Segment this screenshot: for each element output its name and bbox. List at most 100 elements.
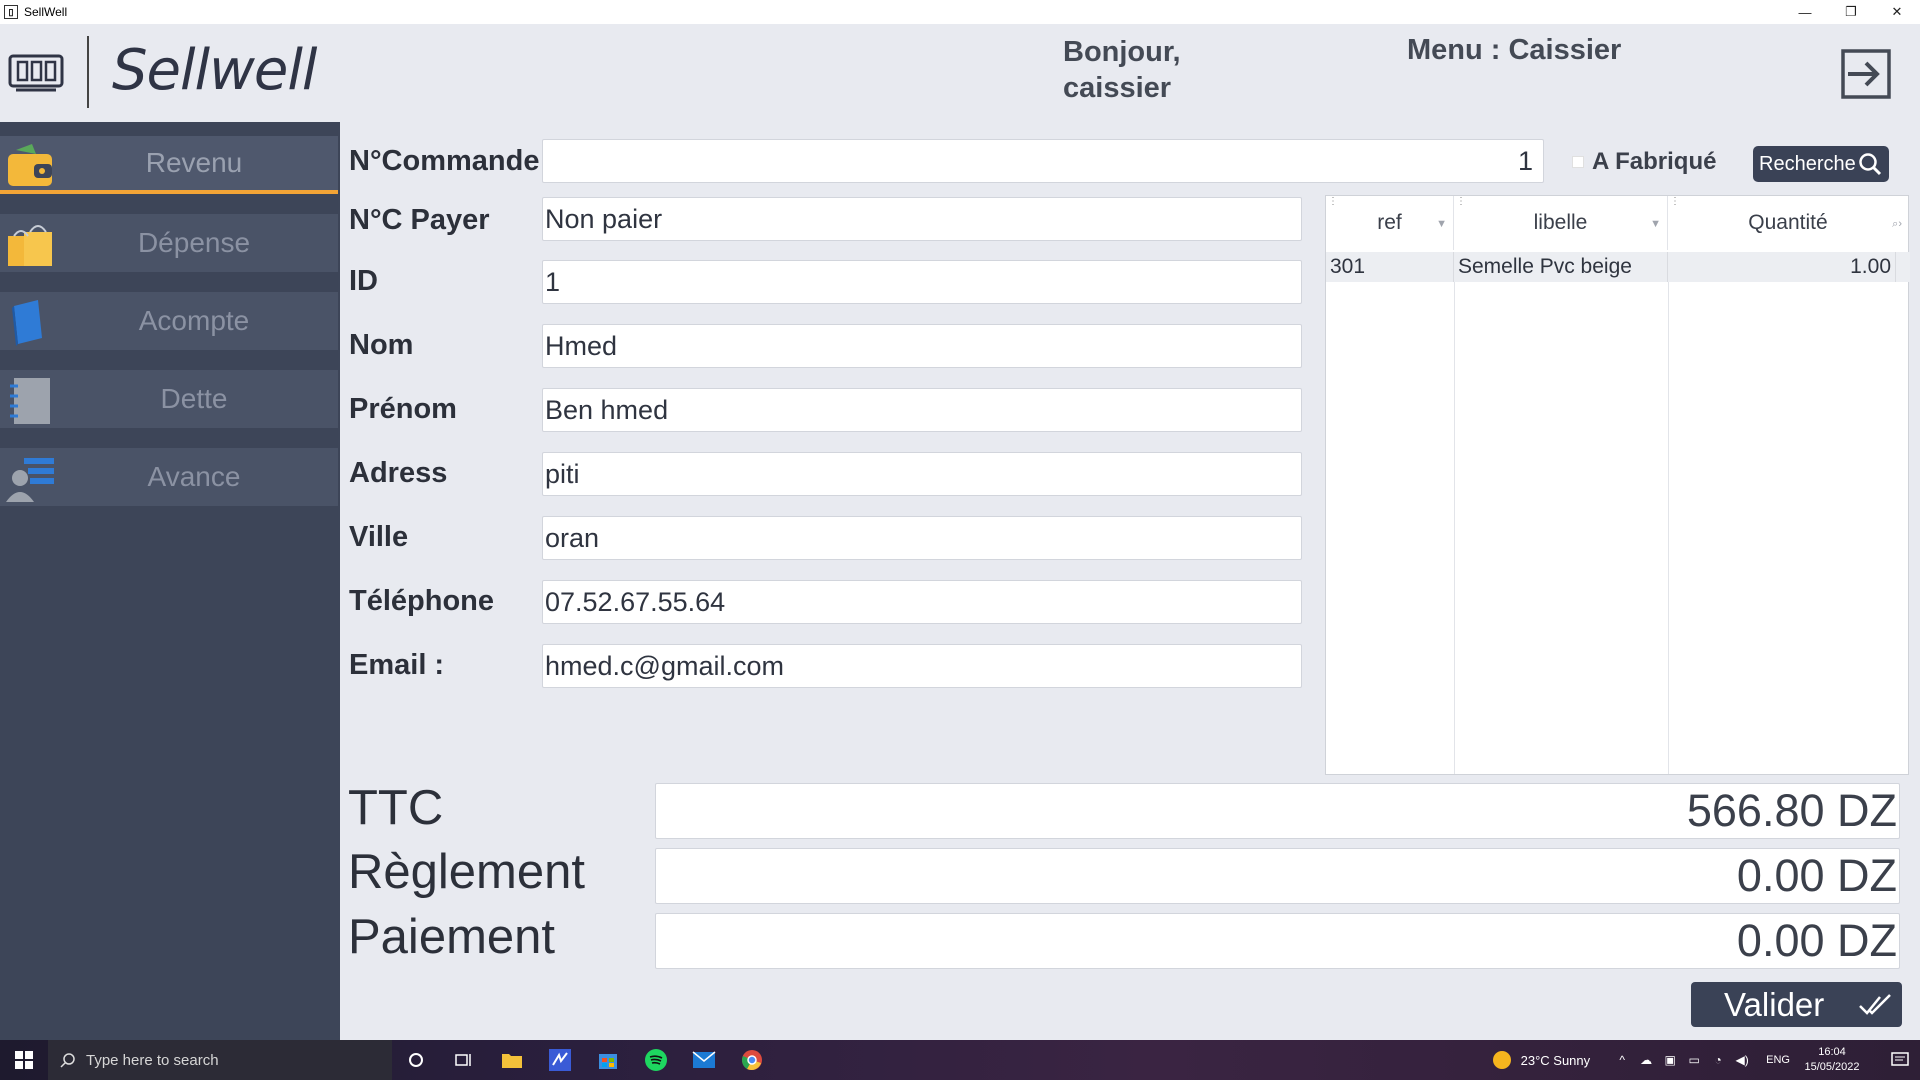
language-indicator[interactable]: ENG: [1766, 1054, 1790, 1066]
reglement-field[interactable]: 0.00 DZ: [655, 848, 1900, 904]
payer-field[interactable]: Non paier: [542, 197, 1302, 241]
email-label: Email :: [349, 649, 445, 681]
clock-time: 16:04: [1818, 1046, 1846, 1058]
spotify-icon[interactable]: [632, 1040, 680, 1080]
task-view-icon[interactable]: [440, 1040, 488, 1080]
filter-icon[interactable]: ▼: [1436, 218, 1447, 230]
windows-icon: [15, 1051, 33, 1069]
commande-label: N°Commande: [349, 145, 540, 177]
double-check-icon: [1859, 994, 1891, 1015]
clock[interactable]: 16:04 15/05/2022: [1802, 1045, 1862, 1075]
battery-icon[interactable]: ▭: [1682, 1053, 1706, 1067]
search-icon[interactable]: ⌕›: [1892, 218, 1902, 231]
notebook-icon: [10, 378, 50, 424]
a-fabrique-option[interactable]: A Fabriqué: [1572, 148, 1716, 176]
valider-button[interactable]: Valider: [1691, 982, 1902, 1027]
email-field[interactable]: hmed.c@gmail.com: [542, 644, 1302, 688]
file-explorer-icon[interactable]: [488, 1040, 536, 1080]
prenom-label: Prénom: [349, 393, 457, 425]
telephone-field[interactable]: 07.52.67.55.64: [542, 580, 1302, 624]
ville-label: Ville: [349, 521, 409, 553]
main-panel: N°Commande 1 A Fabriqué Recherche N°C Pa…: [340, 122, 1920, 1040]
logout-icon[interactable]: [1840, 48, 1892, 100]
column-header-libelle[interactable]: ⋮ libelle ▼: [1454, 196, 1668, 250]
logo-icon: [8, 54, 64, 92]
sun-icon: [1492, 1051, 1511, 1069]
sidebar-item-depense[interactable]: Dépense: [0, 214, 338, 272]
app-header: Sellwell Bonjour, caissier Menu : Caissi…: [0, 24, 1920, 122]
filter-icon[interactable]: ▼: [1650, 218, 1661, 230]
sidebar-item-dette[interactable]: Dette: [0, 370, 338, 428]
a-fabrique-label: A Fabriqué: [1592, 148, 1717, 175]
search-button-label: Recherche: [1759, 152, 1856, 175]
system-tray: 23°C Sunny ^ ☁ ▣ ▭ ◔ ◀) ENG 16:04 15/05/…: [1492, 1040, 1920, 1080]
volume-icon[interactable]: ◀): [1730, 1053, 1754, 1067]
store-icon[interactable]: [584, 1040, 632, 1080]
nom-label: Nom: [349, 329, 414, 361]
commande-field[interactable]: 1: [542, 139, 1544, 183]
device-icon[interactable]: ▣: [1658, 1053, 1682, 1067]
logo-divider: [87, 36, 89, 108]
cloud-icon[interactable]: ☁: [1634, 1053, 1658, 1067]
sidebar-item-acompte[interactable]: Acompte: [0, 292, 338, 350]
adress-label: Adress: [349, 457, 448, 489]
id-field[interactable]: 1: [542, 260, 1302, 304]
cortana-icon[interactable]: [392, 1040, 440, 1080]
search-icon: [1859, 153, 1882, 176]
telephone-label: Téléphone: [349, 585, 495, 617]
notification-icon[interactable]: [1880, 1051, 1920, 1069]
paiement-label: Paiement: [348, 910, 556, 964]
window-titlebar: ▯ SellWell — ❐ ✕: [0, 0, 1920, 24]
os-taskbar: Type here to search 23°C Sunny ^ ☁ ▣ ▭ ◔…: [0, 1040, 1920, 1080]
payer-label: N°C Payer: [349, 204, 490, 236]
start-button[interactable]: [0, 1040, 48, 1080]
app-logo-text: Sellwell: [112, 38, 317, 103]
sidebar: Revenu Dépense Acompte Dette Avance: [0, 122, 340, 1040]
app-icon: ▯: [4, 5, 18, 19]
cell-libelle: Semelle Pvc beige: [1454, 252, 1668, 282]
menu-title: Menu : Caissier: [1407, 34, 1622, 66]
search-button[interactable]: Recherche: [1753, 146, 1889, 182]
taskbar-search-placeholder: Type here to search: [86, 1051, 219, 1069]
clock-date: 15/05/2022: [1804, 1061, 1860, 1073]
shopping-bag-icon: [8, 225, 52, 266]
id-label: ID: [349, 265, 378, 297]
sidebar-item-avance[interactable]: Avance: [0, 448, 338, 506]
column-header-ref[interactable]: ⋮ ref ▼: [1326, 196, 1454, 250]
wallet-icon: [8, 144, 52, 186]
weather-text: 23°C Sunny: [1520, 1052, 1591, 1068]
window-controls: — ❐ ✕: [1782, 0, 1920, 24]
greeting-text: Bonjour, caissier: [1063, 36, 1181, 104]
window-title: SellWell: [24, 5, 68, 19]
ttc-field[interactable]: 566.80 DZ: [655, 783, 1900, 839]
grid-header: ⋮ ref ▼ ⋮ libelle ▼ ⋮ Quantité ⌕›: [1326, 196, 1910, 250]
ttc-label: TTC: [348, 781, 444, 835]
weather-widget[interactable]: 23°C Sunny: [1492, 1051, 1591, 1069]
user-list-icon: [6, 458, 54, 502]
a-fabrique-checkbox[interactable]: [1572, 156, 1584, 168]
cell-quantite: 1.00: [1668, 252, 1896, 282]
nom-field[interactable]: Hmed: [542, 324, 1302, 368]
column-header-quantite[interactable]: ⋮ Quantité ⌕›: [1668, 196, 1908, 250]
chrome-icon[interactable]: [728, 1040, 776, 1080]
close-button[interactable]: ✕: [1874, 0, 1920, 24]
cell-ref: 301: [1326, 252, 1454, 282]
reglement-label: Règlement: [348, 845, 585, 899]
adress-field[interactable]: piti: [542, 452, 1302, 496]
visual-studio-icon[interactable]: [536, 1040, 584, 1080]
book-icon: [12, 300, 42, 346]
ville-field[interactable]: oran: [542, 516, 1302, 560]
valider-button-label: Valider: [1724, 985, 1825, 1023]
minimize-button[interactable]: —: [1782, 0, 1828, 24]
chevron-up-icon[interactable]: ^: [1610, 1053, 1634, 1067]
order-items-grid[interactable]: ⋮ ref ▼ ⋮ libelle ▼ ⋮ Quantité ⌕› 301 Se…: [1325, 195, 1910, 775]
wifi-icon[interactable]: ◔: [1706, 1053, 1730, 1067]
prenom-field[interactable]: Ben hmed: [542, 388, 1302, 432]
sidebar-item-revenu[interactable]: Revenu: [0, 136, 338, 194]
restore-button[interactable]: ❐: [1828, 0, 1874, 24]
mail-icon[interactable]: [680, 1040, 728, 1080]
table-row[interactable]: 301 Semelle Pvc beige 1.00: [1326, 252, 1910, 282]
search-icon: [60, 1053, 75, 1068]
paiement-field[interactable]: 0.00 DZ: [655, 913, 1900, 969]
taskbar-search[interactable]: Type here to search: [48, 1040, 392, 1080]
